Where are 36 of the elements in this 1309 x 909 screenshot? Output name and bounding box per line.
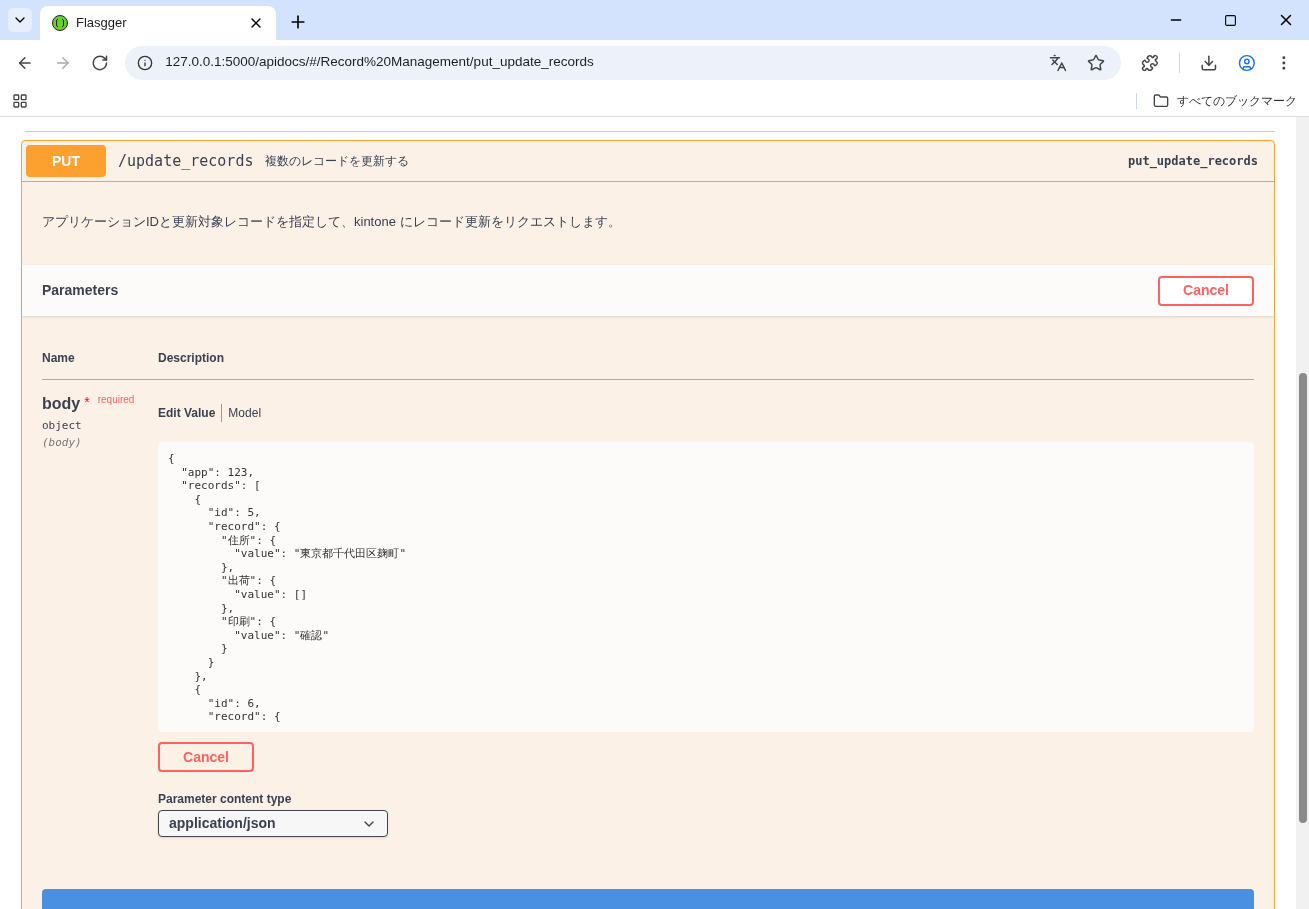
url-text: 127.0.0.1:5000/apidocs/#/Record%20Management/put_update_records (165, 53, 595, 72)
favicon-icon (52, 15, 68, 31)
parameter-name: body (42, 394, 81, 414)
tab-title: Flasgger (76, 14, 128, 33)
content-type-label: Parameter content type (158, 791, 293, 808)
address-bar[interactable]: 127.0.0.1:5000/apidocs/#/Record%20Management/put_update_records (125, 45, 1122, 80)
parameter-type: object (42, 418, 83, 434)
browser-tab[interactable]: Flasgger (40, 6, 276, 40)
bookmark-star-icon[interactable] (1087, 53, 1106, 72)
profile-icon[interactable] (1237, 53, 1256, 72)
method-badge: PUT (26, 145, 106, 177)
value-tab[interactable]: Model (221, 404, 268, 422)
column-header: Name (42, 350, 76, 367)
operation-summary: 複数のレコードを更新する (265, 153, 411, 170)
parameter-location: (body) (42, 434, 83, 451)
scrollbar[interactable] (1296, 117, 1309, 909)
download-icon[interactable] (1199, 53, 1218, 72)
operation-description: アプリケーションIDと更新対象レコードを指定して、kintone にレコード更新をリクエストします。 (42, 212, 621, 231)
required-asterisk: * (84, 393, 90, 412)
column-header: Description (158, 350, 224, 367)
content-type-select[interactable]: application/json (158, 810, 388, 837)
parameters-title: Parameters (42, 281, 120, 300)
required-label: required (97, 393, 135, 407)
folder-icon[interactable] (1153, 92, 1169, 109)
translate-icon[interactable] (1049, 53, 1068, 72)
apps-icon[interactable] (12, 92, 28, 109)
operation-path[interactable]: /update_records (118, 149, 254, 173)
extensions-icon[interactable] (1141, 53, 1159, 72)
site-info-icon[interactable] (137, 54, 154, 71)
value-tab[interactable]: Edit Value (158, 404, 222, 422)
all-bookmarks-link[interactable]: すべてのブックマーク (1177, 91, 1297, 110)
tab-list-button[interactable] (8, 8, 32, 32)
operation-id: put_update_records (1127, 153, 1258, 170)
reload-icon[interactable] (91, 53, 110, 72)
maximize-icon[interactable] (1224, 14, 1237, 27)
body-value-editor[interactable]: { "app": 123, "records": [ { "id": 5, "record": { "住所": { "value": "東京都千代田区麹町" }, "出荷": { "value": [] }, "印刷": { "value": "確認" } } }, { "id": 6, "record": { (158, 442, 1254, 732)
